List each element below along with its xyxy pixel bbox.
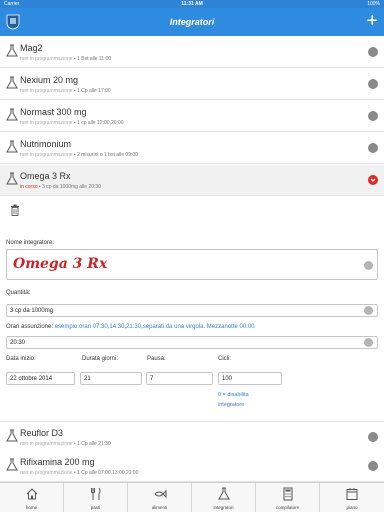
item-name: Reuflor D3 — [20, 428, 64, 438]
name-value: Omega 3 Rx — [13, 256, 108, 272]
chevron-right-icon[interactable] — [368, 432, 378, 442]
item-detail: • 1 cp alle 12:00,20:00 — [72, 120, 124, 126]
item-schedule: non in programmazione • 1 Cp alle 17:00 — [20, 88, 111, 94]
nav-bar: Integratori + — [0, 8, 384, 36]
times-label-text: Orari assunzione: — [6, 324, 54, 330]
pause-label: Pausa: — [147, 356, 166, 362]
calculator-icon — [283, 487, 293, 501]
list-item[interactable]: Nutrimonium non in programmazione • 2 mi… — [0, 133, 384, 164]
item-detail: • 1 Bst alle 11:00 — [72, 56, 112, 62]
flask-icon — [6, 172, 18, 185]
tab-bar: home pasti alimenti integratori compilat… — [0, 482, 384, 512]
duration-label: Durata giorni: — [82, 356, 119, 362]
supplement-detail-form: Nome integratore: Omega 3 Rx Quantità: 3… — [0, 197, 384, 421]
list-item[interactable]: Normast 300 mg non in programmazione • 1… — [0, 101, 384, 132]
item-schedule: non in programmazione • 1 Bst alle 11:00 — [20, 56, 111, 62]
item-schedule: non in programmazione • 1 Cp alle 07:00,… — [20, 470, 139, 476]
flask-icon — [6, 429, 18, 442]
item-schedule: non in programmazione • 2 misurini o 1 b… — [20, 152, 138, 158]
tab-label: integratori — [213, 505, 234, 510]
list-item[interactable]: Mag2 non in programmazione • 1 Bst alle … — [0, 37, 384, 68]
tab-label: home — [25, 505, 38, 510]
item-status: non in programmazione — [20, 88, 73, 94]
tab-alimenti[interactable]: alimenti — [128, 483, 192, 512]
house-icon — [26, 488, 38, 500]
item-status: in corso — [20, 184, 38, 190]
tab-label: pasti — [90, 505, 101, 510]
clear-icon[interactable] — [364, 261, 373, 270]
quantity-field[interactable]: 3 cp da 1000mg — [6, 304, 378, 317]
item-status: non in programmazione — [20, 441, 73, 447]
item-status: non in programmazione — [20, 56, 73, 62]
item-schedule: non in programmazione • 1 Cp alle 21:30 — [20, 441, 111, 447]
chevron-right-icon[interactable] — [368, 461, 378, 471]
item-detail: • 1 Cp alle 21:30 — [72, 441, 111, 447]
item-name: Nexium 20 mg — [20, 75, 79, 85]
item-detail: • 1 Cp alle 07:00,13:00,21:00 — [72, 470, 139, 476]
start-date-field[interactable]: 22 ottobre 2014 — [6, 372, 75, 385]
tab-label: piano — [346, 505, 358, 510]
item-schedule: non in programmazione • 1 cp alle 12:00,… — [20, 120, 124, 126]
times-example: esempio orari 07:30,14:30,21:30,separati… — [54, 324, 255, 330]
list-item[interactable]: Reuflor D3 non in programmazione • 1 Cp … — [0, 421, 384, 452]
clear-icon[interactable] — [364, 306, 373, 315]
item-name: Normast 300 mg — [20, 107, 87, 117]
cycles-field[interactable]: 100 — [218, 372, 282, 385]
item-status: non in programmazione — [20, 120, 73, 126]
duration-field[interactable]: 21 — [80, 372, 142, 385]
tab-label: alimenti — [151, 505, 168, 510]
item-status: non in programmazione — [20, 152, 73, 158]
calendar-icon — [346, 488, 358, 500]
chevron-down-icon[interactable] — [368, 175, 378, 185]
cycles-label: Cicli: — [218, 356, 231, 362]
item-name: Rifixamina 200 mg — [20, 457, 95, 467]
chevron-right-icon[interactable] — [368, 111, 378, 121]
list-item-selected[interactable]: Omega 3 Rx in corso • 3 cp da 1000mg all… — [0, 165, 384, 196]
name-label: Nome integratore: — [6, 240, 55, 246]
flask-icon — [218, 487, 230, 500]
item-detail: • 2 misurini o 1 bst alle 09:00 — [72, 152, 138, 158]
times-label: Orari assunzione: esempio orari 07:30,14… — [6, 324, 255, 330]
chevron-right-icon[interactable] — [368, 143, 378, 153]
chevron-right-icon[interactable] — [368, 47, 378, 57]
flask-icon — [6, 108, 18, 121]
flask-icon — [6, 140, 18, 153]
tab-home[interactable]: home — [0, 483, 64, 512]
tab-label: compilatore — [275, 505, 300, 510]
add-button[interactable]: + — [366, 10, 378, 32]
tab-piano[interactable]: piano — [320, 483, 384, 512]
name-field[interactable]: Omega 3 Rx — [6, 249, 378, 280]
item-detail: • 3 cp da 1000mg alle 20:30 — [37, 184, 101, 190]
cycles-hint: integratore — [218, 402, 245, 408]
fish-icon — [154, 489, 167, 499]
flask-icon — [6, 44, 18, 57]
battery-level: 100% — [367, 1, 380, 7]
tab-integratori[interactable]: integratori — [192, 483, 256, 512]
quantity-label: Quantità: — [6, 290, 31, 296]
item-name: Nutrimonium — [20, 139, 72, 149]
times-field[interactable]: 20:30 — [6, 336, 378, 349]
flask-icon — [6, 76, 18, 89]
clear-icon[interactable] — [364, 338, 373, 347]
trash-icon[interactable] — [10, 204, 20, 216]
item-name: Omega 3 Rx — [20, 171, 71, 181]
item-status: non in programmazione — [20, 470, 73, 476]
tab-pasti[interactable]: pasti — [64, 483, 128, 512]
item-detail: • 1 Cp alle 17:00 — [72, 88, 111, 94]
cutlery-icon — [91, 487, 101, 500]
start-date-label: Data inizio: — [6, 356, 36, 362]
list-item[interactable]: Nexium 20 mg non in programmazione • 1 C… — [0, 69, 384, 100]
pause-field[interactable]: 7 — [146, 372, 213, 385]
item-schedule: in corso • 3 cp da 1000mg alle 20:30 — [20, 184, 101, 190]
clock: 11:31 AM — [181, 1, 203, 7]
tab-compilatore[interactable]: compilatore — [256, 483, 320, 512]
status-bar: Carrier 11:31 AM 100% — [0, 0, 384, 8]
flask-icon — [6, 458, 18, 471]
chevron-right-icon[interactable] — [368, 79, 378, 89]
list-item[interactable]: Rifixamina 200 mg non in programmazione … — [0, 451, 384, 482]
page-title: Integratori — [169, 17, 215, 27]
cycles-hint: 0 = disabilita — [218, 392, 249, 398]
item-name: Mag2 — [20, 43, 43, 53]
